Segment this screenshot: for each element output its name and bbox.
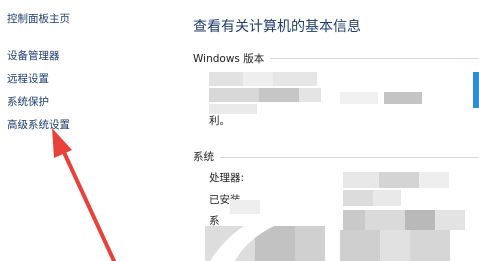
- redacted-block: [243, 72, 273, 86]
- redacted-block: [273, 72, 317, 86]
- redacted-block: [405, 210, 435, 230]
- sidebar-item-remote-settings[interactable]: 远程设置: [7, 71, 49, 86]
- section-divider: [270, 58, 479, 59]
- redacted-block: [373, 190, 401, 206]
- redacted-block: [340, 92, 378, 104]
- section-divider: [220, 157, 479, 158]
- sidebar-item-system-protection[interactable]: 系统保护: [7, 94, 49, 109]
- redacted-block: [343, 210, 365, 230]
- redacted-block: [343, 190, 373, 206]
- processor-label: 处理器:: [209, 172, 245, 184]
- redacted-block: [419, 172, 449, 188]
- redacted-block: [380, 230, 410, 261]
- redacted-block: [340, 230, 380, 261]
- redaction-smudge: [210, 208, 320, 261]
- redacted-block: [435, 210, 465, 230]
- page-title: 查看有关计算机的基本信息: [193, 19, 361, 35]
- redacted-block: [410, 230, 450, 261]
- system-section-header: 系统: [193, 151, 214, 163]
- sidebar-item-device-manager[interactable]: 设备管理器: [7, 48, 60, 63]
- logo-edge: [473, 72, 479, 108]
- redacted-block: [379, 172, 419, 188]
- windows-edition-fragment: 利。: [209, 115, 230, 127]
- redacted-block: [365, 210, 405, 230]
- redacted-block: [259, 88, 299, 102]
- windows-edition-header: Windows 版本: [193, 53, 265, 65]
- redacted-block: [209, 72, 243, 86]
- redacted-block: [343, 172, 379, 188]
- red-arrow-icon: [52, 128, 116, 261]
- redacted-block: [384, 92, 422, 104]
- redacted-block: [299, 88, 321, 102]
- redacted-block: [209, 88, 259, 102]
- control-panel-home-link[interactable]: 控制面板主页: [7, 11, 70, 26]
